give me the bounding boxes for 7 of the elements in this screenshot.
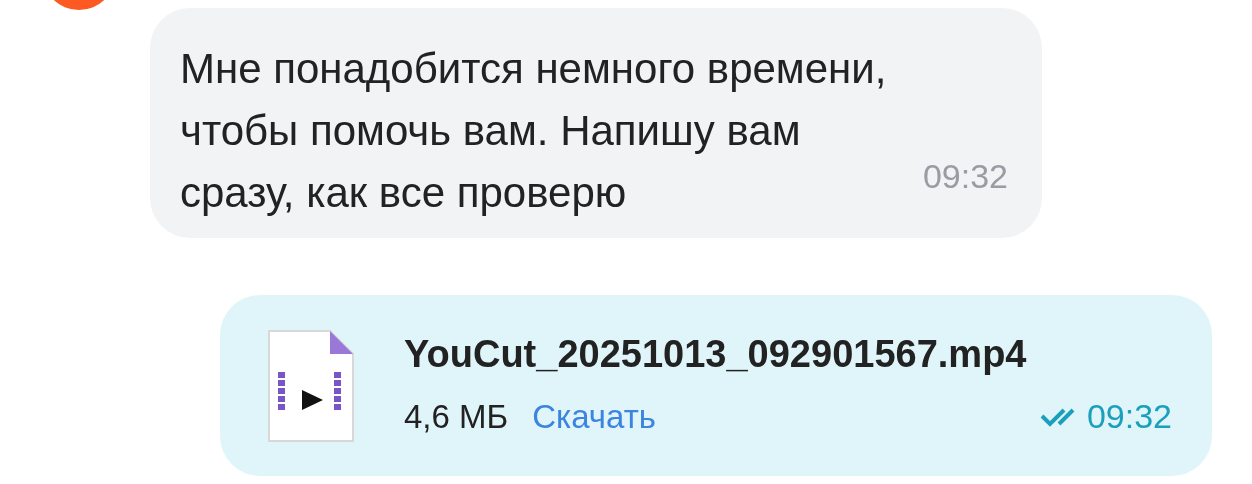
file-name: YouCut_20251013_092901567.mp4 xyxy=(404,332,1028,377)
message-text: Мне понадобится немного времени, чтобы помочь вам. Напишу вам сразу, как все проверю xyxy=(180,44,888,218)
file-size: 4,6 МБ xyxy=(404,396,509,437)
message-time: 09:32 xyxy=(1086,396,1172,437)
message-time: 09:32 xyxy=(922,156,1008,197)
download-link[interactable]: Скачать xyxy=(532,391,656,442)
video-file-icon[interactable] xyxy=(268,329,354,442)
